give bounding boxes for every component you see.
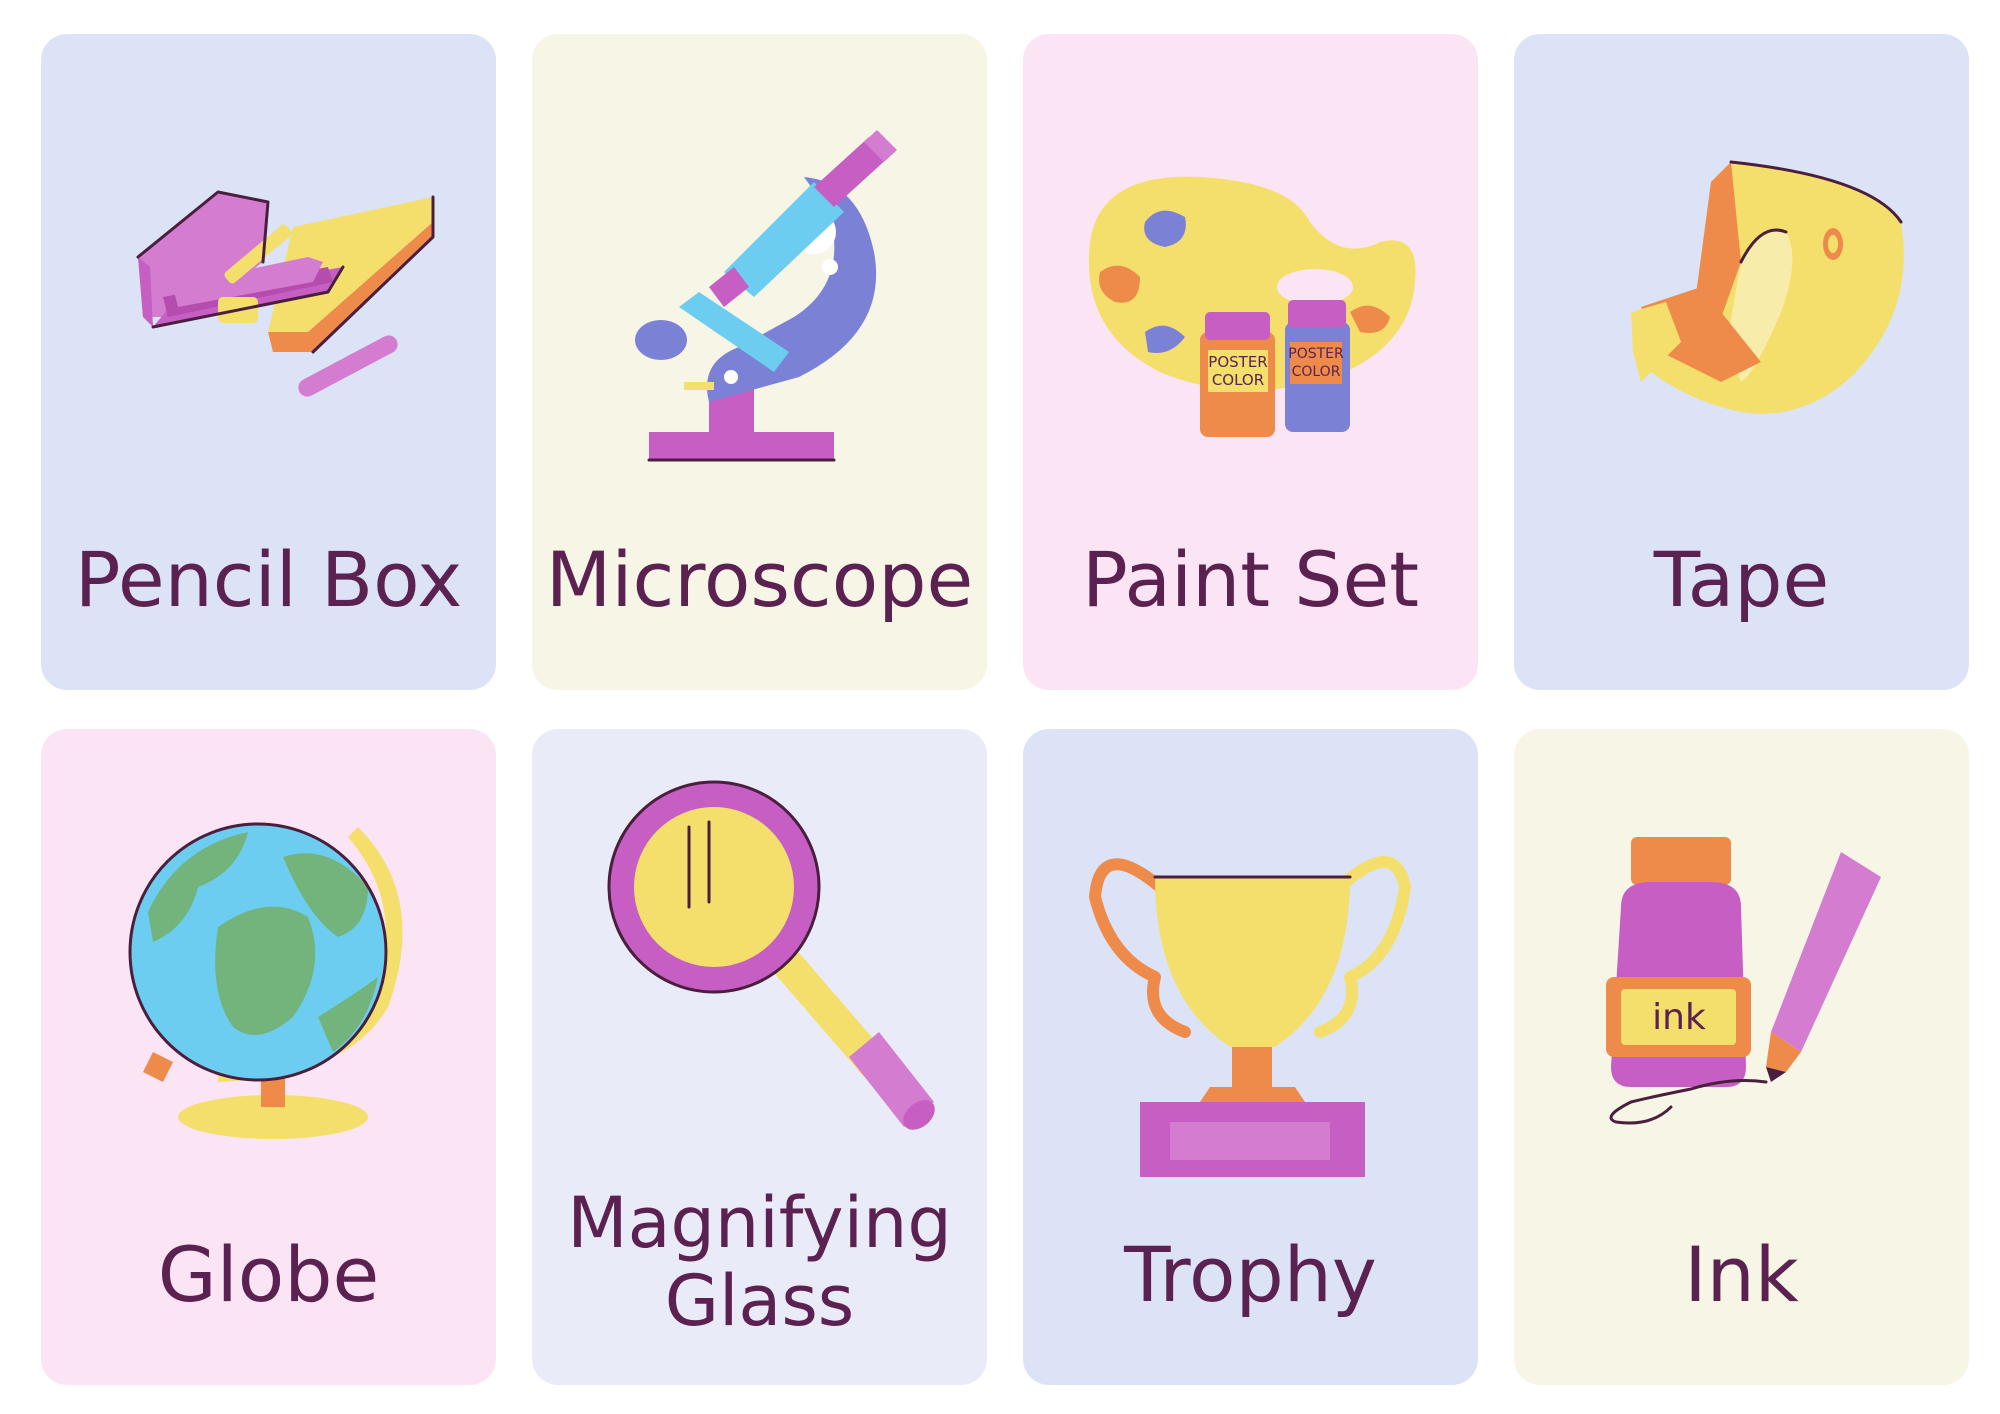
card-tape[interactable]: Tape	[1514, 34, 1969, 690]
magnifying-glass-icon	[607, 780, 935, 1130]
card-pencil-box[interactable]: Pencil Box	[41, 34, 496, 690]
globe-icon	[128, 822, 403, 1139]
card-label: Magnifying Glass	[532, 1184, 987, 1341]
card-label: Pencil Box	[74, 535, 463, 624]
microscope-icon	[635, 130, 897, 462]
card-label: Ink	[1684, 1230, 1799, 1319]
flashcard-grid: Pencil Box Microscope POSTER COLOR POSTE…	[0, 0, 2000, 1414]
card-label-line-2: Glass	[664, 1260, 855, 1343]
card-label: Microscope	[545, 535, 974, 624]
card-label: Globe	[157, 1230, 380, 1319]
card-label: Tape	[1653, 535, 1830, 624]
card-paint-set[interactable]: POSTER COLOR POSTER COLOR Paint Set	[1023, 34, 1478, 690]
ink-bottle-icon: ink	[1606, 837, 1881, 1125]
pencil-box-icon	[136, 190, 435, 397]
jar-label-line-1: POSTER	[1208, 353, 1267, 371]
card-label: Paint Set	[1081, 535, 1420, 624]
card-globe[interactable]: Globe	[41, 729, 496, 1385]
card-trophy[interactable]: Trophy	[1023, 729, 1478, 1385]
card-label-line-1: Magnifying	[567, 1182, 952, 1264]
card-ink[interactable]: ink Ink	[1514, 729, 1969, 1385]
jar-label-line-2: COLOR	[1292, 364, 1341, 380]
paint-palette-icon: POSTER COLOR POSTER COLOR	[1088, 176, 1416, 437]
jar-label-line-1: POSTER	[1288, 346, 1344, 362]
ink-label-text: ink	[1652, 997, 1706, 1038]
jar-label-line-2: COLOR	[1212, 371, 1264, 389]
card-microscope[interactable]: Microscope	[532, 34, 987, 690]
card-magnifying-glass[interactable]: Magnifying Glass	[532, 729, 987, 1385]
trophy-icon	[1089, 856, 1411, 1177]
tape-dispenser-icon	[1631, 160, 1904, 414]
card-label: Trophy	[1124, 1230, 1377, 1319]
